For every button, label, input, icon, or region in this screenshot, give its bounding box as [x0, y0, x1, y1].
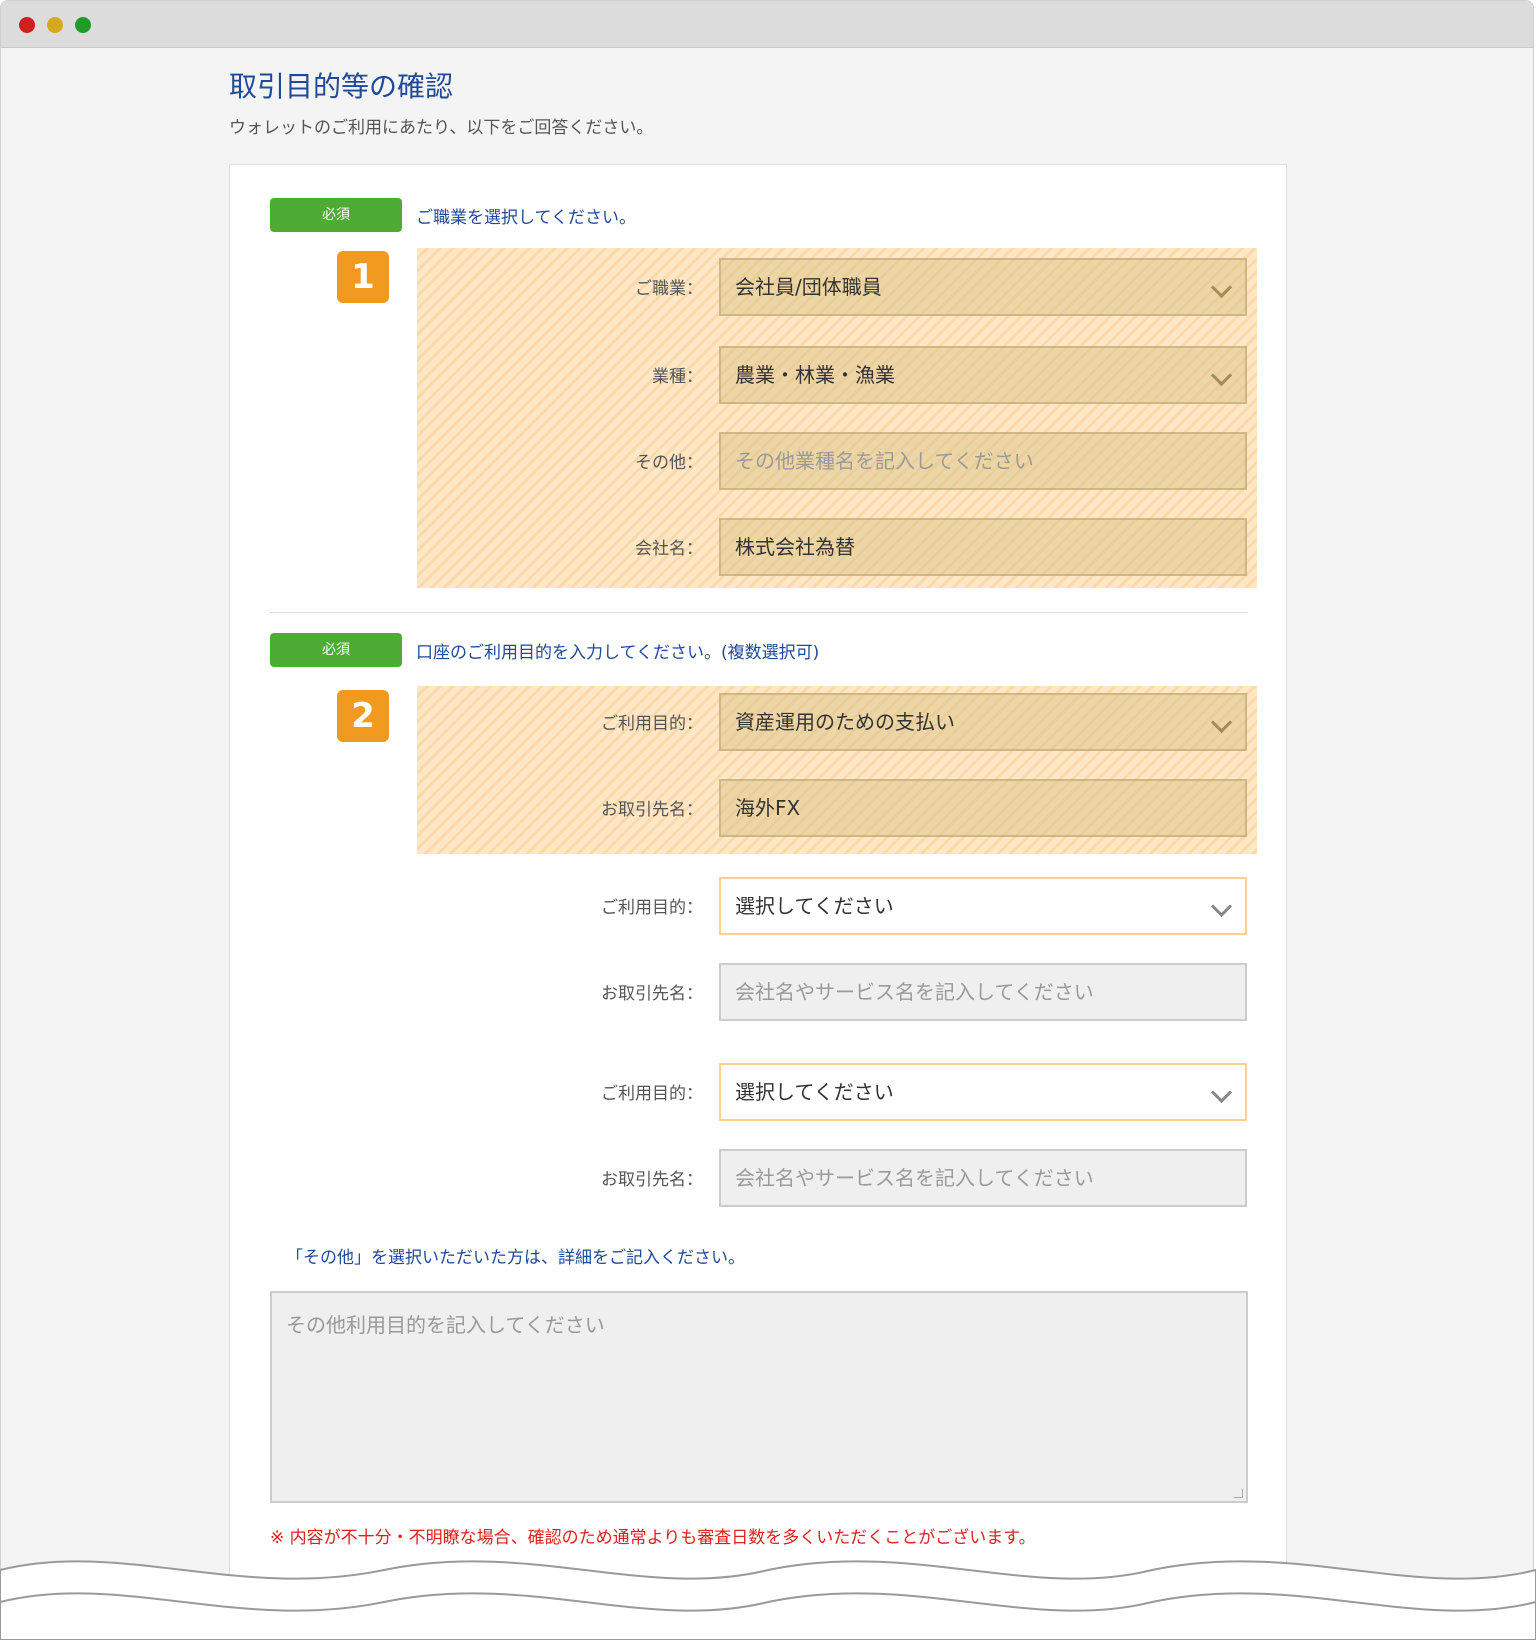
company-name-value: 株式会社為替: [735, 535, 855, 559]
chevron-down-icon: [1210, 895, 1233, 918]
partner-input-1[interactable]: 海外FX: [719, 779, 1247, 837]
required-badge: 必須: [270, 633, 402, 667]
other-industry-input[interactable]: その他業種名を記入してください: [719, 432, 1247, 490]
other-purpose-note: 「その他」を選択いただいた方は、詳細をご記入ください。: [286, 1248, 745, 1268]
chevron-down-icon: [1210, 1081, 1233, 1104]
window-titlebar: [1, 1, 1533, 48]
occupation-label: ご職業：: [635, 279, 703, 299]
industry-value: 農業・林業・漁業: [735, 363, 895, 387]
other-purpose-textarea[interactable]: その他利用目的を記入してください: [270, 1291, 1248, 1503]
form-card: 必須 ご職業を選択してください。 1 ご職業： 会社員/団体職員 業種： 農業・…: [229, 164, 1287, 1599]
section-divider: [270, 612, 1248, 613]
close-window-icon[interactable]: [19, 17, 35, 33]
page-title: 取引目的等の確認: [229, 70, 454, 103]
purpose-value: 資産運用のための支払い: [735, 710, 955, 734]
purpose-value: 選択してください: [735, 894, 894, 918]
page-subtitle: ウォレットのご利用にあたり、以下をご回答ください。: [229, 118, 654, 138]
occupation-select[interactable]: 会社員/団体職員: [719, 258, 1247, 316]
purpose-value: 選択してください: [735, 1080, 894, 1104]
purpose-label: ご利用目的：: [601, 1084, 703, 1104]
industry-label: 業種：: [652, 367, 703, 387]
purpose-select-3[interactable]: 選択してください: [719, 1063, 1247, 1121]
partner-input-3[interactable]: 会社名やサービス名を記入してください: [719, 1149, 1247, 1207]
partner-input-2[interactable]: 会社名やサービス名を記入してください: [719, 963, 1247, 1021]
maximize-window-icon[interactable]: [75, 17, 91, 33]
purpose-select-1[interactable]: 資産運用のための支払い: [719, 693, 1247, 751]
company-name-input[interactable]: 株式会社為替: [719, 518, 1247, 576]
resize-handle-icon[interactable]: [1234, 1489, 1243, 1498]
occupation-value: 会社員/団体職員: [735, 275, 882, 299]
chevron-down-icon: [1210, 364, 1233, 387]
chevron-down-icon: [1210, 276, 1233, 299]
partner-label: お取引先名：: [601, 1170, 703, 1190]
torn-edge-wave: [0, 1560, 1536, 1640]
purpose-label: ご利用目的：: [601, 898, 703, 918]
other-industry-label: その他：: [635, 453, 703, 473]
partner-value: 海外FX: [735, 796, 801, 820]
other-industry-placeholder: その他業種名を記入してください: [735, 449, 1034, 473]
partner-placeholder: 会社名やサービス名を記入してください: [735, 1166, 1094, 1190]
purpose-question: 口座のご利用目的を入力してください。(複数選択可): [416, 643, 820, 663]
minimize-window-icon[interactable]: [47, 17, 63, 33]
partner-label: お取引先名：: [601, 984, 703, 1004]
required-badge: 必須: [270, 198, 402, 232]
partner-label: お取引先名：: [601, 800, 703, 820]
step-number-2: 2: [337, 690, 389, 742]
step-number-1: 1: [337, 251, 389, 303]
chevron-down-icon: [1210, 711, 1233, 734]
browser-window: 取引目的等の確認 ウォレットのご利用にあたり、以下をご回答ください。 必須 ご職…: [0, 0, 1534, 1600]
occupation-question: ご職業を選択してください。: [416, 208, 636, 228]
purpose-select-2[interactable]: 選択してください: [719, 877, 1247, 935]
other-purpose-placeholder: その他利用目的を記入してください: [286, 1313, 605, 1337]
company-name-label: 会社名：: [635, 539, 703, 559]
partner-placeholder: 会社名やサービス名を記入してください: [735, 980, 1094, 1004]
purpose-label: ご利用目的：: [601, 714, 703, 734]
industry-select[interactable]: 農業・林業・漁業: [719, 346, 1247, 404]
